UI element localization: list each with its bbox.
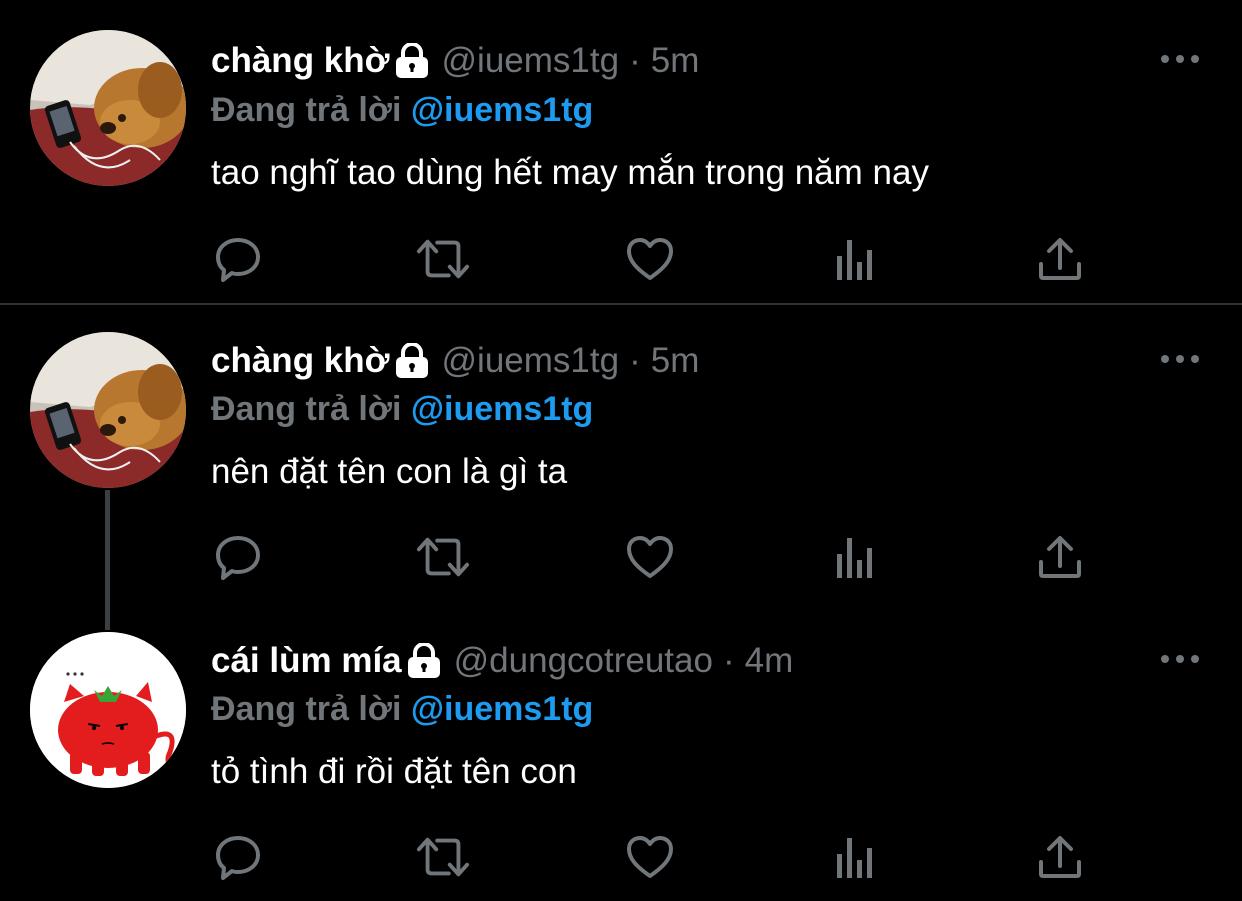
user-handle[interactable]: @dungcotreutao [454,638,713,684]
separator-dot: · [629,41,641,80]
lock-icon [394,42,430,79]
reply-prefix: Đang trả lời [211,390,411,428]
timeline: chàng khờ @iuems1tg · 5m Đang trả lời @i… [0,0,1242,901]
tweet-text: tao nghĩ tao dùng hết may mắn trong năm … [211,153,929,192]
reply-context: Đang trả lời @iuems1tg [211,386,593,432]
retweet-icon [416,537,470,577]
separator-dot: · [722,641,735,680]
display-name[interactable]: cái lùm mía [211,638,402,684]
share-button[interactable] [1033,232,1087,286]
tweet-text: tỏ tình đi rồi đặt tên con [211,752,577,791]
reply-button[interactable] [211,830,265,884]
dog-avatar-image [30,30,186,186]
avatar[interactable] [30,30,186,186]
analytics-button[interactable] [828,530,882,584]
lock-icon [406,642,442,679]
share-button[interactable] [1033,830,1087,884]
user-handle[interactable]: @iuems1tg [442,338,620,384]
like-icon [627,238,673,280]
more-options-button[interactable] [1158,344,1202,374]
reply-to-handle[interactable]: @iuems1tg [411,390,593,428]
share-icon [1039,836,1081,878]
lock-icon [394,342,430,379]
reply-context: Đang trả lời @iuems1tg [211,87,593,133]
tomato-cat-avatar-image [30,632,186,788]
reply-prefix: Đang trả lời [211,91,411,129]
analytics-button[interactable] [828,232,882,286]
more-options-button[interactable] [1158,44,1202,74]
retweet-icon [416,239,470,279]
tweet-header: chàng khờ @iuems1tg · 5m [211,38,699,84]
tweet-header: chàng khờ @iuems1tg · 5m [211,338,699,384]
retweet-icon [416,837,470,877]
tweet-actions [211,530,1091,584]
display-name[interactable]: chàng khờ [211,38,390,84]
share-icon [1039,238,1081,280]
timestamp[interactable]: 5m [651,338,700,384]
share-icon [1039,536,1081,578]
like-button[interactable] [623,830,677,884]
reply-button[interactable] [211,530,265,584]
retweet-button[interactable] [416,232,470,286]
analytics-icon [837,538,872,578]
reply-button[interactable] [211,232,265,286]
display-name[interactable]: chàng khờ [211,338,390,384]
timestamp[interactable]: 4m [745,638,794,684]
avatar[interactable] [30,332,186,488]
retweet-button[interactable] [416,830,470,884]
tweet[interactable]: chàng khờ @iuems1tg · 5m Đang trả lời @i… [0,0,1242,305]
more-icon [1161,655,1199,663]
reply-prefix: Đang trả lời [211,690,411,728]
like-icon [627,836,673,878]
like-button[interactable] [623,530,677,584]
like-button[interactable] [623,232,677,286]
more-icon [1161,55,1199,63]
analytics-icon [837,240,872,280]
reply-icon [216,536,260,580]
timestamp[interactable]: 5m [651,38,700,84]
share-button[interactable] [1033,530,1087,584]
more-icon [1161,355,1199,363]
reply-icon [216,238,260,282]
reply-context: Đang trả lời @iuems1tg [211,686,593,732]
reply-to-handle[interactable]: @iuems1tg [411,690,593,728]
tweet-text: nên đặt tên con là gì ta [211,452,568,491]
tweet-actions [211,232,1091,286]
analytics-button[interactable] [828,830,882,884]
reply-icon [216,836,260,880]
tweet[interactable]: chàng khờ @iuems1tg · 5m Đang trả lời @i… [0,306,1242,630]
tweet-actions [211,830,1091,884]
tweet[interactable]: cái lùm mía @dungcotreutao · 4m Đang trả… [0,606,1242,901]
avatar[interactable] [30,632,186,788]
analytics-icon [837,838,872,878]
more-options-button[interactable] [1158,644,1202,674]
user-handle[interactable]: @iuems1tg [442,38,620,84]
dog-avatar-image [30,332,186,488]
reply-to-handle[interactable]: @iuems1tg [411,91,593,129]
retweet-button[interactable] [416,530,470,584]
tweet-header: cái lùm mía @dungcotreutao · 4m [211,638,793,684]
like-icon [627,536,673,578]
separator-dot: · [629,341,641,380]
